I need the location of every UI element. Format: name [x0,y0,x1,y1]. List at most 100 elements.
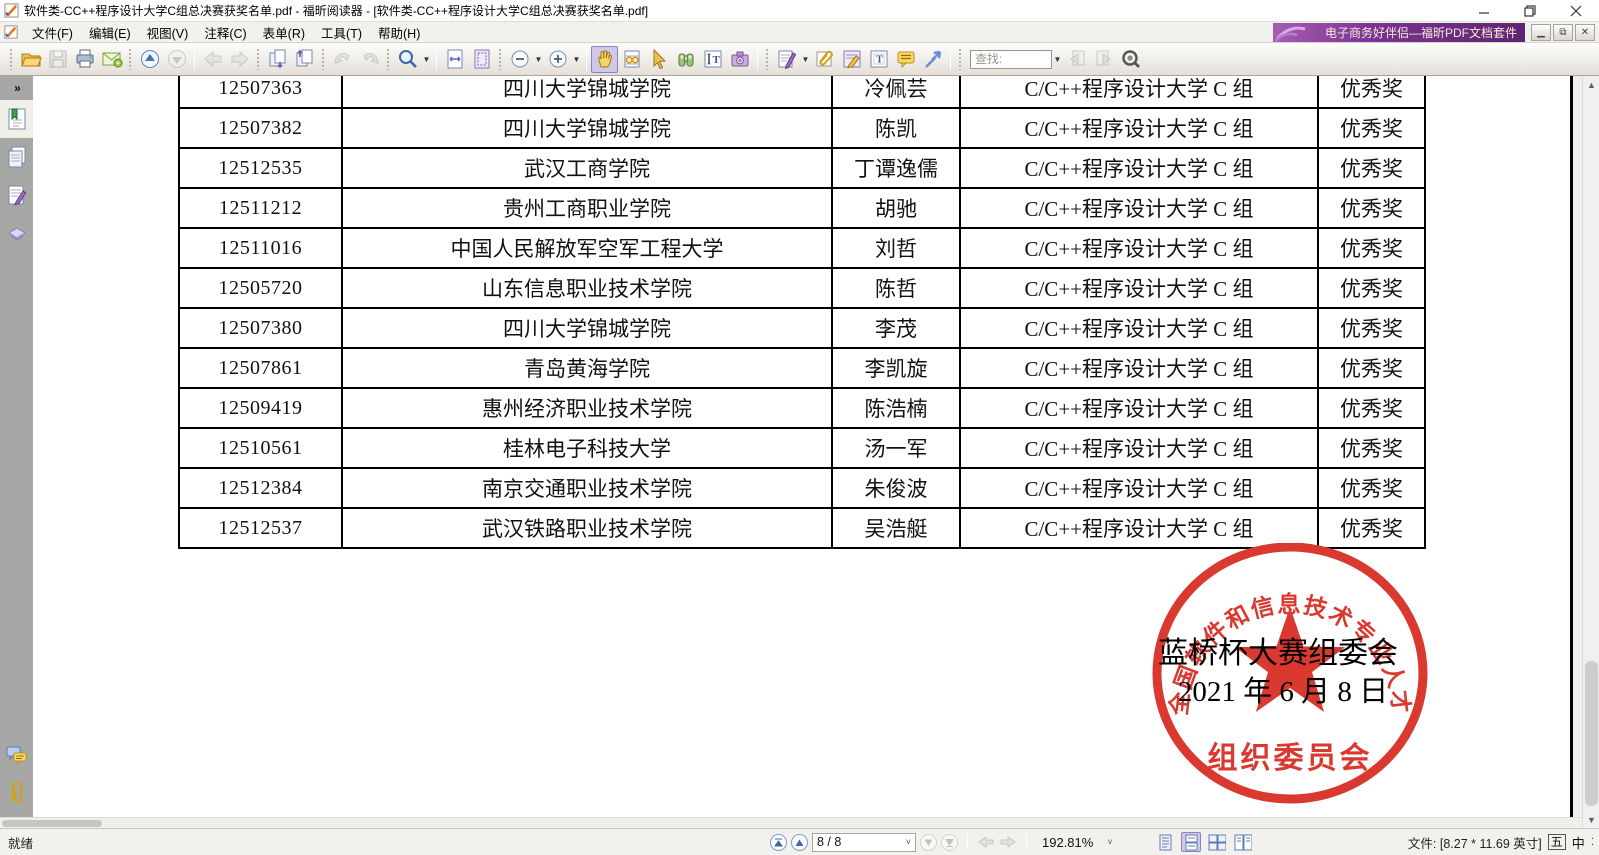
redo-button[interactable] [356,46,383,73]
menu-item[interactable]: 视图(V) [139,21,197,44]
table-row: 12507380 四川大学锦城学院 李茂 C/C++程序设计大学 C 组 优秀奖 [179,308,1425,348]
ime-language-indicator[interactable]: 中 [1572,833,1585,852]
previous-page-button[interactable] [791,834,808,851]
fit-page-button[interactable] [468,46,495,73]
ime-mode-indicator[interactable]: 五 [1548,834,1566,850]
toolbar-grip [321,48,326,70]
menu-item[interactable]: 编辑(E) [81,21,139,44]
print-button[interactable] [71,46,98,73]
sidebar-expand-button[interactable]: » [0,76,33,100]
menu-item[interactable]: 注释(C) [196,21,254,44]
go-back-button[interactable] [199,46,226,73]
mdi-close-button[interactable]: ✕ [1575,24,1595,41]
search-tool-button[interactable] [672,46,699,73]
sidebar-tab-attachments[interactable] [0,775,33,813]
search-history-dropdown[interactable]: ▼ [1052,46,1063,73]
find-next-button[interactable] [1090,46,1117,73]
table-row: 12505720 山东信息职业技术学院 陈哲 C/C++程序设计大学 C 组 优… [179,268,1425,308]
book-view-button[interactable] [1233,832,1253,852]
extract-pages-button[interactable] [291,46,318,73]
facing-view-button[interactable] [1207,832,1227,852]
email-button[interactable] [98,46,125,73]
ime-options-icon[interactable]: ⁚ [1591,837,1593,848]
undo-button[interactable] [329,46,356,73]
sidebar-tab-bookmarks[interactable] [0,100,33,138]
mdi-restore-button[interactable]: ⧉ [1553,24,1573,41]
zoom-in-dropdown[interactable]: ▼ [571,46,582,73]
next-page-button[interactable] [920,834,937,851]
horizontal-scroll-thumb[interactable] [2,820,102,827]
history-back-button[interactable] [977,835,995,849]
stamp-bottom-text: 组织委员会 [1208,741,1373,775]
mdi-minimize-button[interactable]: ▁ [1531,24,1551,41]
zoom-level-combo[interactable]: 192.81% ˅ [1036,835,1119,850]
cell-name: 胡驰 [832,188,960,228]
snapshot-button[interactable] [726,46,753,73]
sidebar-tab-pages[interactable] [0,138,33,176]
continuous-view-button[interactable] [1181,832,1201,852]
cell-group: C/C++程序设计大学 C 组 [960,508,1318,548]
comment-bubble-button[interactable] [892,46,919,73]
cell-award: 优秀奖 [1318,188,1425,228]
sidebar-tab-comments[interactable] [0,737,33,775]
cell-award: 优秀奖 [1318,148,1425,188]
sidebar-tab-layers[interactable] [0,214,33,252]
annotate-button[interactable] [773,46,800,73]
promo-banner[interactable]: 电子商务好伴侣—福昕PDF文档套件 [1273,23,1525,42]
open-file-button[interactable] [17,46,44,73]
restore-button[interactable] [1507,0,1553,22]
zoom-in-button[interactable] [544,46,571,73]
menu-item[interactable]: 帮助(H) [370,21,428,44]
cell-award: 优秀奖 [1318,268,1425,308]
fit-width-button[interactable] [441,46,468,73]
horizontal-scrollbar[interactable] [0,817,1582,828]
cell-name: 陈浩楠 [832,388,960,428]
find-previous-button[interactable] [1063,46,1090,73]
sidebar-tab-annotations[interactable] [0,176,33,214]
menu-item[interactable]: 工具(T) [313,21,370,44]
first-page-button[interactable] [770,834,787,851]
last-page-button[interactable] [941,834,958,851]
zoom-out-button[interactable] [506,46,533,73]
zoom-tool-button[interactable] [394,46,421,73]
cell-id: 12511212 [179,188,342,228]
mdi-window-controls: ▁ ⧉ ✕ [1531,24,1595,41]
close-button[interactable] [1553,0,1599,22]
zoom-tool-dropdown[interactable]: ▼ [421,46,432,73]
link-arrow-button[interactable] [919,46,946,73]
toolbar-grip [256,48,261,70]
menu-item[interactable]: 表单(R) [255,21,313,44]
go-forward-button[interactable] [226,46,253,73]
menu-item[interactable]: 文件(F) [24,21,81,44]
single-page-view-button[interactable] [1155,832,1175,852]
hand-tool-button[interactable] [591,46,618,73]
history-forward-button[interactable] [999,835,1017,849]
minimize-button[interactable] [1461,0,1507,22]
save-button[interactable] [44,46,71,73]
select-text-button[interactable]: T [699,46,726,73]
typewriter-button[interactable]: T [865,46,892,73]
status-bar: 就绪 8 / 8 ˅ 192.81% ˅ 文件: [8.27 * 11.69 英… [0,828,1599,855]
scroll-up-arrow[interactable]: ▲ [1583,76,1599,93]
page-number-combo[interactable]: 8 / 8 ˅ [812,833,916,852]
vertical-scroll-thumb[interactable] [1585,661,1598,806]
cell-group: C/C++程序设计大学 C 组 [960,308,1318,348]
cell-id: 12505720 [179,268,342,308]
search-input[interactable] [970,50,1052,69]
note-comment-button[interactable] [838,46,865,73]
cell-group: C/C++程序设计大学 C 组 [960,76,1318,108]
full-search-button[interactable] [1117,46,1144,73]
reading-mode-button[interactable] [618,46,645,73]
cell-school: 桂林电子科技大学 [342,428,832,468]
previous-view-button[interactable] [136,46,163,73]
zoom-out-dropdown[interactable]: ▼ [533,46,544,73]
select-tool-button[interactable] [645,46,672,73]
insert-pages-button[interactable] [264,46,291,73]
document-page[interactable]: 12507363 四川大学锦城学院 冷佩芸 C/C++程序设计大学 C 组 优秀… [33,76,1582,817]
toolbar-grip [498,48,503,70]
annotate-dropdown[interactable]: ▼ [800,46,811,73]
scroll-down-arrow[interactable]: ▼ [1583,811,1599,828]
next-view-button[interactable] [163,46,190,73]
vertical-scrollbar[interactable]: ▲ ▼ [1582,76,1599,828]
attach-file-button[interactable] [811,46,838,73]
